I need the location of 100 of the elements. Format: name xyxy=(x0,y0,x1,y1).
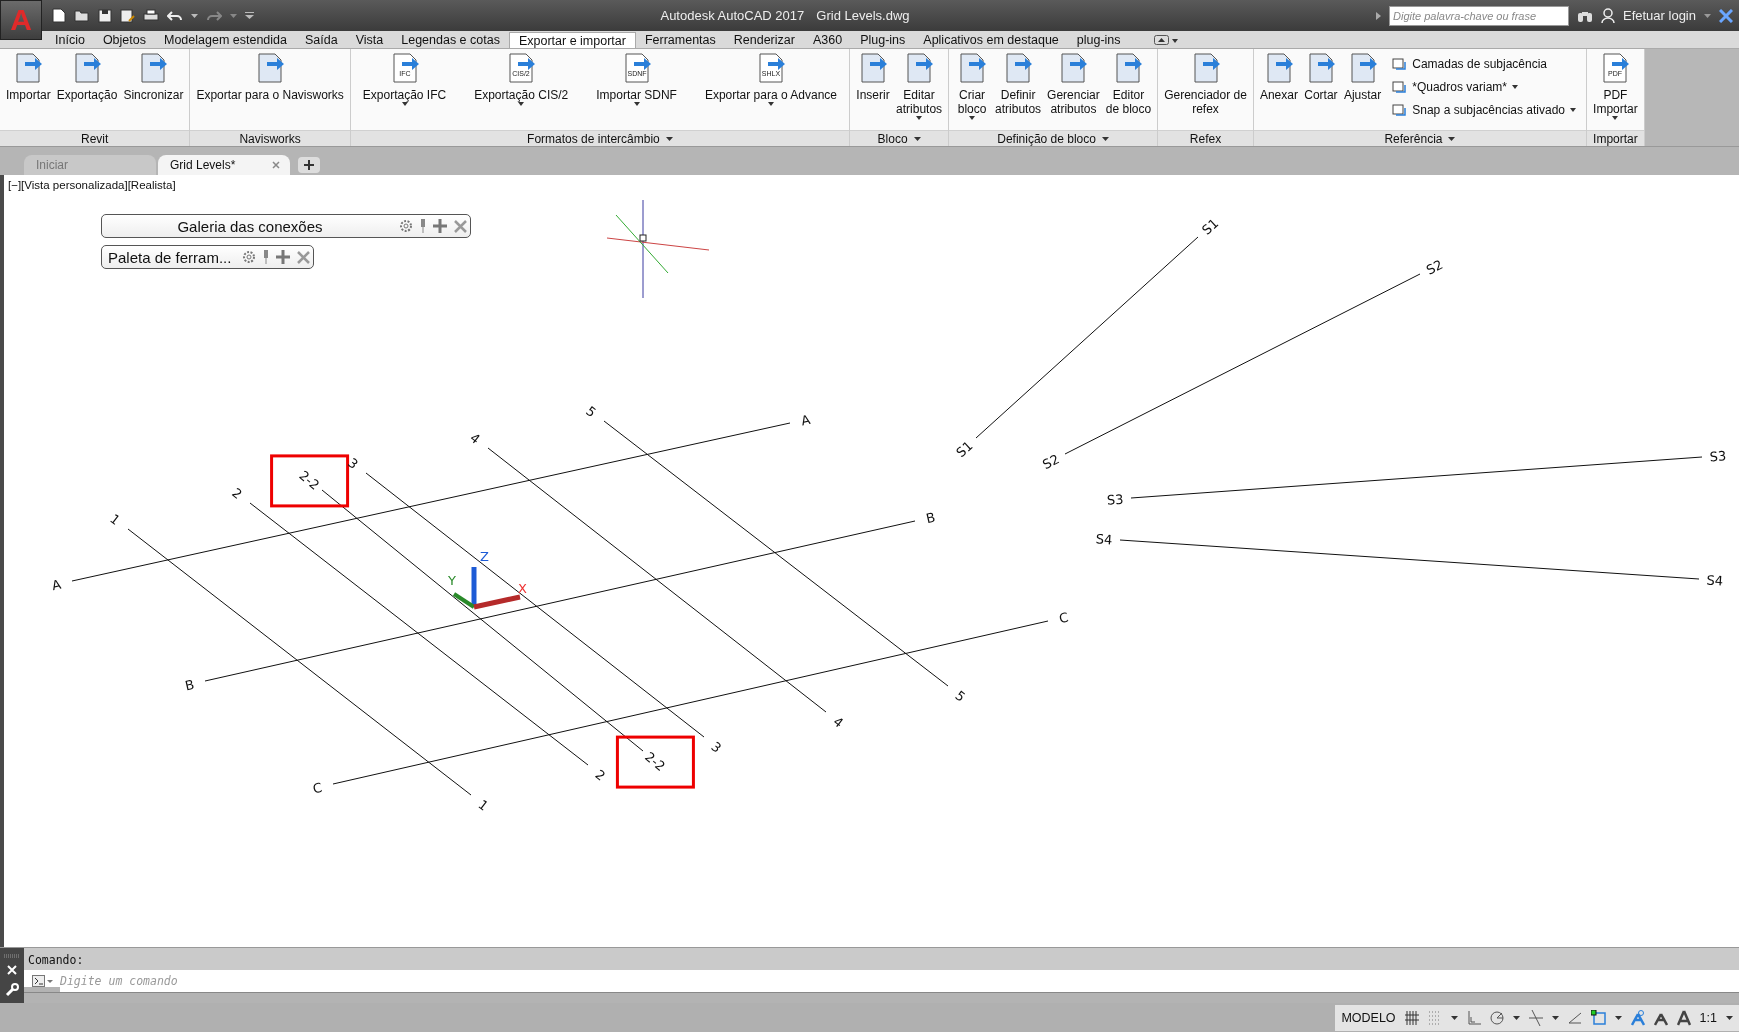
open-folder-icon[interactable] xyxy=(74,9,90,22)
caret-icon xyxy=(1448,136,1456,141)
dotted-grid-icon[interactable] xyxy=(1427,1010,1442,1025)
grid-label: 4 xyxy=(830,713,847,731)
palette-bar[interactable]: Galeria das conexões xyxy=(101,214,471,238)
user-icon[interactable] xyxy=(1601,8,1615,23)
grid-label: A xyxy=(50,576,63,594)
settings-icon[interactable] xyxy=(399,219,413,233)
save-icon[interactable] xyxy=(98,8,112,23)
grid-label: 1 xyxy=(475,796,492,814)
panel-title[interactable]: Refex xyxy=(1158,130,1253,146)
command-history: Comando: xyxy=(24,948,1739,970)
ribbon-button[interactable]: Cortar xyxy=(1301,52,1340,102)
ribbon-small-button[interactable]: Camadas de subjacência xyxy=(1391,54,1577,74)
ribbon-tab[interactable]: Saída xyxy=(296,32,347,48)
angle-icon[interactable] xyxy=(1567,1011,1582,1024)
panel-title[interactable]: Importar xyxy=(1587,130,1644,146)
grid-label: 5 xyxy=(952,687,969,705)
move-icon[interactable] xyxy=(433,219,447,233)
object-snap-icon[interactable] xyxy=(1590,1010,1606,1025)
ribbon-button[interactable]: Definir atributos xyxy=(993,52,1044,116)
pin-icon[interactable] xyxy=(263,250,269,264)
axis-label: Z xyxy=(480,549,489,564)
ribbon-button[interactable]: Editor de bloco xyxy=(1103,52,1154,116)
palette-bar[interactable]: Paleta de ferram... xyxy=(101,245,314,269)
expand-arrow-icon[interactable] xyxy=(1376,11,1381,20)
panel-title[interactable]: Revit xyxy=(0,130,190,146)
settings-icon[interactable] xyxy=(242,250,256,264)
new-file-icon[interactable] xyxy=(52,8,66,23)
caret-icon[interactable] xyxy=(1726,1015,1733,1020)
grid-icon[interactable] xyxy=(1404,1010,1419,1025)
grid-label: B xyxy=(183,676,196,694)
ribbon-button[interactable]: Anexar xyxy=(1257,52,1300,102)
caret-icon[interactable] xyxy=(1450,1015,1458,1020)
grip-icon[interactable] xyxy=(4,953,20,958)
ribbon-tab[interactable]: Plug-ins xyxy=(851,32,915,48)
new-tab-button[interactable] xyxy=(298,157,320,173)
ribbon-button[interactable]: Criar bloco xyxy=(953,52,992,120)
ribbon-button[interactable]: Sincronizar xyxy=(121,52,186,102)
caret-icon xyxy=(1570,108,1577,112)
scale-button[interactable]: 1:1 xyxy=(1699,1010,1717,1025)
wrench-icon[interactable] xyxy=(5,983,19,998)
axis-label: X xyxy=(518,581,527,596)
ribbon-tab[interactable]: Modelagem estendida xyxy=(155,32,296,48)
ribbon-tab[interactable]: Legendas e cotas xyxy=(392,32,509,48)
customize-menu-icon[interactable] xyxy=(245,12,254,19)
panel-title[interactable]: Formatos de intercâmbio xyxy=(350,130,850,146)
snap-tracking-icon[interactable] xyxy=(1528,1009,1543,1026)
ribbon-button[interactable]: Exportação xyxy=(54,52,120,102)
ribbon-button[interactable]: Inserir xyxy=(854,52,893,102)
login-button[interactable]: Efetuar login xyxy=(1623,8,1696,23)
panel-title[interactable]: Navisworks xyxy=(190,130,350,146)
minimize-ribbon-icon[interactable] xyxy=(1153,34,1178,45)
prompt-icon[interactable] xyxy=(24,970,60,987)
model-space-button[interactable]: MODELO xyxy=(1341,1010,1396,1025)
polar-icon[interactable] xyxy=(1489,1010,1504,1025)
command-input[interactable]: Digite um comando xyxy=(60,970,1739,992)
layers-icon xyxy=(1391,102,1408,118)
ribbon-tab[interactable]: plug-ins xyxy=(1067,32,1130,48)
ribbon-tab[interactable]: Ferramentas xyxy=(635,32,725,48)
file-tab[interactable]: Grid Levels* xyxy=(158,155,290,175)
caret-icon xyxy=(518,102,525,106)
pin-icon[interactable] xyxy=(420,219,426,233)
grid-label: S4 xyxy=(1095,531,1113,548)
undo-icon[interactable] xyxy=(167,9,183,22)
grid-label: 2-2 xyxy=(642,748,669,774)
ribbon-button[interactable]: Exportar para o Navisworks xyxy=(194,52,346,102)
redo-icon[interactable] xyxy=(206,9,222,22)
caret-icon xyxy=(1512,85,1518,89)
ribbon-small-button[interactable]: Snap a subjacências ativado xyxy=(1391,100,1577,120)
move-icon[interactable] xyxy=(276,250,290,264)
search-field[interactable]: Digite palavra-chave ou frase xyxy=(1389,5,1569,26)
ribbon-button[interactable]: Editar atributos xyxy=(894,52,945,120)
caret-icon xyxy=(969,116,976,120)
ribbon-button[interactable]: Gerenciar atributos xyxy=(1045,52,1102,116)
ribbon-tab[interactable]: Início xyxy=(46,32,94,48)
ribbon-tab[interactable]: Aplicativos em destaque xyxy=(914,32,1068,48)
ribbon-tab[interactable]: Exportar e importar xyxy=(508,32,636,48)
annotation-visibility-icon[interactable] xyxy=(1630,1009,1645,1026)
cross-icon[interactable] xyxy=(1719,8,1733,23)
panel-title[interactable]: Referência xyxy=(1253,130,1587,146)
ribbon-button[interactable]: Gerenciador de refex xyxy=(1162,52,1249,116)
ribbon-tab[interactable]: Objetos xyxy=(93,32,155,48)
ribbon-button[interactable]: Ajustar xyxy=(1341,52,1384,102)
ribbon-tab[interactable]: A360 xyxy=(803,32,852,48)
caret-icon[interactable] xyxy=(191,13,198,18)
ribbon-tab[interactable]: Vista xyxy=(346,32,393,48)
ribbon-tab[interactable]: Renderizar xyxy=(724,32,804,48)
panel-title[interactable]: Definição de bloco xyxy=(949,130,1158,146)
print-icon[interactable] xyxy=(143,8,159,23)
annotation-scale-icon[interactable] xyxy=(1676,1009,1691,1026)
viewport-controls[interactable]: [−][Vista personalizada][Realista] xyxy=(8,179,176,191)
ribbon-small-button[interactable]: *Quadros variam* xyxy=(1391,77,1577,97)
save-as-icon[interactable] xyxy=(120,8,135,23)
ribbon-button[interactable]: Importar xyxy=(4,52,53,102)
panel-title[interactable]: Bloco xyxy=(850,130,949,146)
caret-icon[interactable] xyxy=(1512,1015,1520,1020)
layers-icon xyxy=(1391,56,1408,72)
caret-icon[interactable] xyxy=(1614,1015,1622,1020)
caret-icon[interactable] xyxy=(1551,1015,1559,1020)
